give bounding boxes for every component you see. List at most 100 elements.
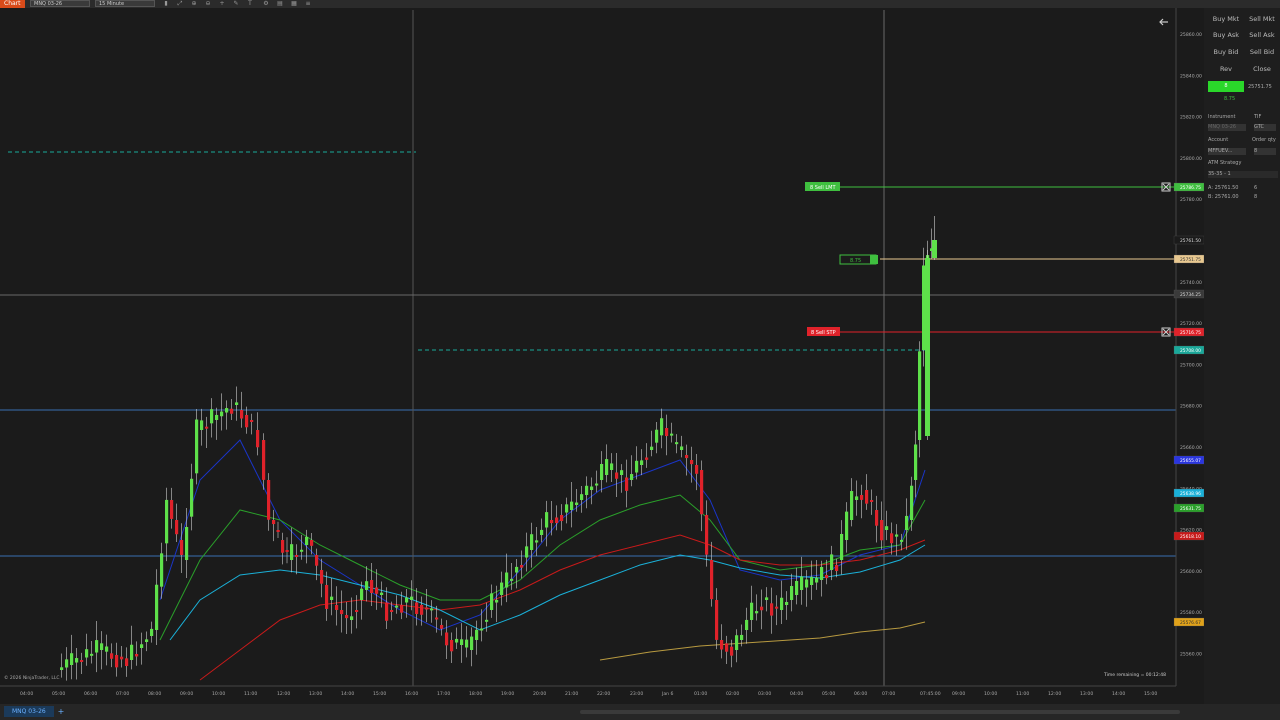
candle-body bbox=[300, 549, 304, 552]
candle-body bbox=[555, 517, 559, 524]
price-tag-label: 25631.75 bbox=[1180, 506, 1201, 512]
properties-icon[interactable]: ⚙ bbox=[262, 0, 270, 8]
price-tick-label: 25680.00 bbox=[1180, 404, 1202, 410]
time-tick-label: 05:00 bbox=[52, 691, 65, 697]
candle-body bbox=[585, 485, 589, 495]
candle-body bbox=[75, 658, 79, 663]
candle-body bbox=[875, 510, 879, 526]
candle-body bbox=[470, 636, 474, 650]
price-tick-label: 25860.00 bbox=[1180, 32, 1202, 38]
candle-body bbox=[815, 577, 819, 583]
instrument-selector[interactable]: MNQ 03-26 bbox=[30, 0, 90, 7]
atm-strategy-select[interactable]: 35-35 - 1 bbox=[1208, 171, 1278, 178]
candle-body bbox=[590, 486, 594, 490]
time-remaining-text: Time remaining = 00:12:48 bbox=[1103, 672, 1166, 678]
candle-body bbox=[390, 610, 394, 612]
time-tick-label: 18:00 bbox=[469, 691, 482, 697]
candle-body bbox=[545, 512, 549, 528]
candle-body bbox=[240, 410, 244, 419]
chart-tab-label[interactable]: Chart bbox=[0, 0, 25, 8]
zoom-out-icon[interactable]: ⊖ bbox=[204, 0, 212, 8]
candle-body bbox=[340, 610, 344, 615]
price-tag-label: 25618.10 bbox=[1180, 534, 1201, 540]
buy-mkt-button[interactable]: Buy Mkt bbox=[1208, 12, 1244, 26]
candle-body bbox=[905, 515, 909, 530]
candle-body bbox=[395, 605, 399, 608]
atm-b-line: B: 25761.00 bbox=[1208, 194, 1239, 200]
crosshair-icon[interactable]: + bbox=[218, 0, 226, 8]
instrument-tab[interactable]: MNQ 03-26 bbox=[4, 706, 54, 717]
candle-body bbox=[505, 572, 509, 588]
account-select[interactable]: MFFUEV... bbox=[1208, 148, 1246, 155]
sell-mkt-button[interactable]: Sell Mkt bbox=[1244, 12, 1280, 26]
tif-select[interactable]: GTC bbox=[1254, 124, 1276, 131]
order-qty-field[interactable]: 8 bbox=[1254, 148, 1276, 155]
candle-body bbox=[220, 411, 224, 417]
instrument-field[interactable]: MNQ 03-26 bbox=[1208, 124, 1246, 131]
candle-body bbox=[425, 607, 429, 610]
candle-body bbox=[415, 602, 419, 614]
candle-body bbox=[780, 597, 784, 610]
candle-body bbox=[660, 418, 664, 436]
position-tag-label: 8.75 bbox=[850, 258, 861, 264]
interval-selector[interactable]: 15 Minute bbox=[95, 0, 155, 7]
candle-body bbox=[575, 502, 579, 505]
snapshot-icon[interactable]: ≡ bbox=[304, 0, 312, 8]
data-box-icon[interactable]: ▦ bbox=[290, 0, 298, 8]
candle-body bbox=[600, 464, 604, 480]
buy-bid-button[interactable]: Buy Bid bbox=[1208, 45, 1244, 59]
price-tick-label: 25720.00 bbox=[1180, 321, 1202, 327]
candle-body bbox=[914, 444, 918, 480]
candle-body bbox=[685, 455, 689, 459]
instrument-label: Instrument bbox=[1208, 114, 1236, 120]
candle-body bbox=[210, 409, 214, 424]
price-tick-label: 25840.00 bbox=[1180, 73, 1202, 79]
price-tick-label: 25600.00 bbox=[1180, 569, 1202, 575]
candle-body bbox=[435, 617, 439, 620]
candle-body bbox=[775, 606, 779, 609]
candle-body bbox=[475, 629, 479, 640]
cursor-icon[interactable]: ⤢ bbox=[176, 0, 184, 8]
template-icon[interactable]: ▤ bbox=[276, 0, 284, 8]
candle-body bbox=[500, 582, 504, 595]
zoom-in-icon[interactable]: ⊕ bbox=[190, 0, 198, 8]
atm-b-qty: 8 bbox=[1254, 194, 1258, 200]
candle-body bbox=[190, 478, 194, 517]
candle-body bbox=[125, 658, 129, 667]
time-tick-label: 22:00 bbox=[597, 691, 610, 697]
price-tag-label: 25708.00 bbox=[1180, 348, 1201, 354]
drawing-tool-icon[interactable]: ✎ bbox=[232, 0, 240, 8]
candle-body bbox=[835, 565, 839, 571]
candle-body bbox=[460, 639, 464, 645]
candle-body bbox=[610, 463, 614, 470]
candle-body bbox=[200, 420, 204, 430]
time-tick-label: 04:00 bbox=[790, 691, 803, 697]
price-axis: 25860.00 25840.00 25820.00 25800.00 25780.00… bbox=[1180, 32, 1202, 658]
candle-body bbox=[410, 596, 414, 600]
sell-bid-button[interactable]: Sell Bid bbox=[1244, 45, 1280, 59]
candle-body bbox=[290, 544, 294, 560]
time-tick-label: 15:00 bbox=[1144, 691, 1157, 697]
sell-ask-button[interactable]: Sell Ask bbox=[1244, 28, 1280, 42]
candle-body bbox=[750, 602, 754, 620]
price-tick-label: 25740.00 bbox=[1180, 280, 1202, 286]
candle-body bbox=[670, 433, 674, 436]
candle-body bbox=[805, 579, 809, 588]
candle-body bbox=[281, 540, 285, 553]
candle-body bbox=[830, 554, 834, 570]
horizontal-scrollbar[interactable] bbox=[580, 710, 1180, 714]
add-tab-plus-icon[interactable]: + bbox=[56, 706, 66, 717]
bar-type-icon[interactable]: ▮ bbox=[162, 0, 170, 8]
candle-body bbox=[380, 592, 384, 595]
candle-body bbox=[400, 605, 404, 613]
candle-body bbox=[325, 585, 329, 609]
buy-ask-button[interactable]: Buy Ask bbox=[1208, 28, 1244, 42]
candle-body bbox=[105, 646, 109, 652]
text-tool-icon[interactable]: T bbox=[246, 0, 254, 8]
close-button[interactable]: Close bbox=[1244, 62, 1280, 76]
candle-body bbox=[665, 428, 669, 437]
reverse-button[interactable]: Rev bbox=[1208, 62, 1244, 76]
price-chart[interactable]: 8 Sell LMT 8 Sell STP 8.75 25860.00 25840… bbox=[0, 8, 1204, 704]
candle-body bbox=[530, 534, 534, 550]
time-tick-label: 11:00 bbox=[1016, 691, 1029, 697]
